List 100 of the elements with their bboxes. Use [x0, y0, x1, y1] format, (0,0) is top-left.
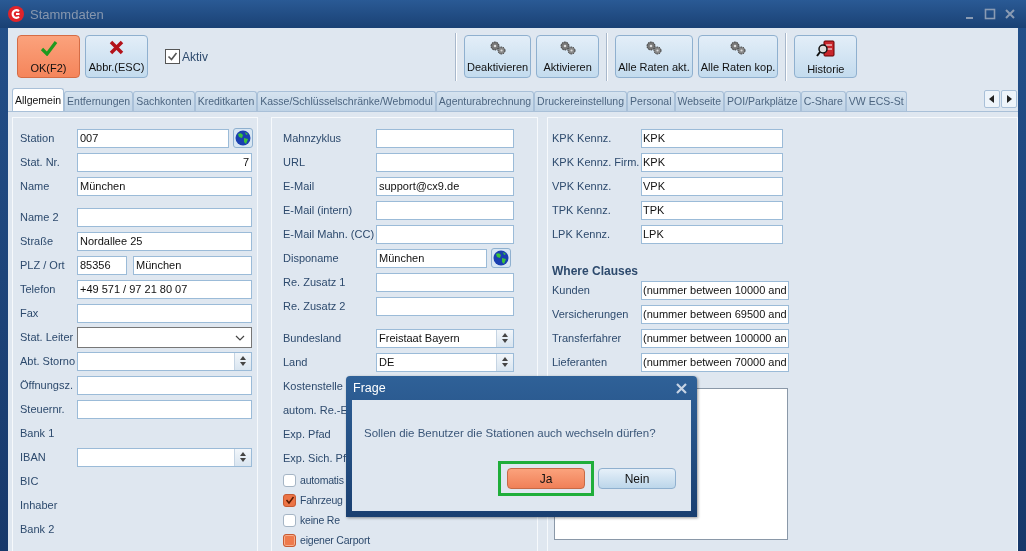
checkbox-label: eigener Carport	[300, 534, 370, 546]
dialog-message: Sollen die Benutzer die Stationen auch wechseln dürfen?	[364, 427, 657, 439]
gears-icon	[488, 40, 507, 55]
globe-button[interactable]	[491, 248, 511, 268]
text-field[interactable]: 85356	[77, 255, 127, 275]
text-field[interactable]: 7	[77, 152, 252, 172]
tab[interactable]: Kasse/Schlüsselschränke/Webmodul	[257, 91, 436, 111]
field-label: Kunden	[552, 284, 591, 296]
text-field[interactable]: München	[77, 176, 252, 196]
field-label: PLZ / Ort	[20, 259, 66, 271]
text-field[interactable]	[376, 200, 514, 220]
text-field[interactable]	[77, 207, 252, 227]
text-field[interactable]: München	[133, 255, 252, 275]
gears-icon	[644, 40, 663, 55]
scroll-right-icon[interactable]	[1001, 90, 1017, 108]
tab[interactable]: Druckereinstellung	[534, 91, 628, 111]
tab[interactable]: Kreditkarten	[194, 91, 258, 111]
section-heading: Where Clauses	[552, 264, 639, 278]
text-field[interactable]: 007	[77, 128, 229, 148]
field-label: KPK Kennz.	[552, 132, 613, 144]
checkbox-label: Fahrzeug	[300, 494, 343, 506]
text-field[interactable]: (nummer between 69500 and	[641, 304, 789, 324]
text-field[interactable]	[77, 399, 252, 419]
text-field[interactable]	[376, 272, 514, 292]
field-label: Exp. Sich. Pf	[283, 452, 346, 464]
gears-icon	[729, 40, 747, 55]
close-icon[interactable]	[676, 382, 687, 394]
tab[interactable]: Entfernungen	[64, 91, 134, 111]
field-label: LPK Kennz.	[552, 228, 612, 240]
text-field[interactable]: +49 571 / 97 21 80 07	[77, 279, 252, 299]
checkbox[interactable]	[283, 533, 296, 547]
spin-field[interactable]: DE	[376, 352, 514, 372]
field-label: Kostenstelle	[283, 380, 343, 392]
checkbox[interactable]	[283, 493, 296, 507]
text-field[interactable]	[376, 296, 514, 316]
spin-arrows-icon[interactable]	[234, 448, 251, 466]
toolbar-button[interactable]: Alle Raten kop.	[697, 35, 779, 78]
field-label: Name 2	[20, 211, 60, 223]
field-label: Re. Zusatz 1	[283, 276, 347, 288]
tab[interactable]: Personal	[627, 91, 675, 111]
tab[interactable]: VW ECS-St	[845, 91, 907, 111]
toolbar-button[interactable]: Abbr.(ESC)	[85, 35, 148, 78]
globe-button[interactable]	[233, 128, 253, 148]
field-label: Straße	[20, 235, 54, 247]
scroll-left-icon[interactable]	[984, 90, 1000, 108]
field-label: KPK Kennz. Firm.	[552, 156, 641, 168]
text-field[interactable]: (nummer between 70000 and	[641, 352, 789, 372]
text-field[interactable]: support@cx9.de	[376, 176, 514, 196]
text-field[interactable]: KPK	[641, 128, 783, 148]
text-field[interactable]: TPK	[641, 200, 783, 220]
checkbox[interactable]	[165, 49, 180, 64]
text-field[interactable]: Nordallee 25	[77, 231, 252, 251]
text-field[interactable]: (nummer between 10000 and	[641, 280, 789, 300]
text-field[interactable]: VPK	[641, 176, 783, 196]
toolbar-button[interactable]: Aktivieren	[536, 35, 600, 78]
dialog-button[interactable]: Nein	[598, 468, 676, 489]
field-label: Exp. Pfad	[283, 428, 331, 440]
text-field[interactable]: KPK	[641, 152, 783, 172]
field-label: URL	[283, 156, 306, 168]
spin-field[interactable]: Freistaat Bayern	[376, 328, 514, 348]
text-field[interactable]: München	[376, 248, 487, 268]
field-label: Disponame	[283, 252, 340, 264]
tab[interactable]: Sachkonten	[133, 91, 195, 111]
field-label: TPK Kennz.	[552, 204, 612, 216]
toolbar-button[interactable]: Deaktivieren	[464, 35, 532, 78]
text-field[interactable]: (nummer between 100000 an	[641, 328, 789, 348]
tab[interactable]: POI/Parkplätze	[724, 91, 801, 111]
field-label: Transferfahrer	[552, 332, 623, 344]
field-label: Name	[20, 180, 51, 192]
tab[interactable]: Webseite	[674, 91, 725, 111]
tab[interactable]: C-Share	[800, 91, 846, 111]
spin-field[interactable]	[77, 351, 252, 371]
checkbox[interactable]	[283, 473, 296, 487]
maximize-icon[interactable]	[984, 8, 996, 20]
field-label: Land	[283, 356, 309, 368]
app-logo-icon	[8, 6, 24, 22]
field-label: Inhaber	[20, 499, 58, 511]
text-field[interactable]	[77, 303, 252, 323]
toolbar-button[interactable]: Alle Raten akt.	[615, 35, 693, 78]
spin-field[interactable]	[77, 447, 252, 467]
field-label: VPK Kennz.	[552, 180, 613, 192]
text-field[interactable]: LPK	[641, 224, 783, 244]
dropdown[interactable]	[77, 326, 252, 348]
checkmark-icon	[39, 39, 58, 56]
spin-arrows-icon[interactable]	[496, 329, 513, 347]
checkbox[interactable]	[283, 513, 296, 527]
toolbar-button[interactable]: OK(F2)	[17, 35, 80, 78]
tab[interactable]: Agenturabrechnung	[435, 91, 535, 111]
text-field[interactable]	[376, 224, 514, 244]
close-icon[interactable]	[1004, 8, 1016, 20]
spin-arrows-icon[interactable]	[234, 352, 251, 370]
toolbar-button[interactable]: Historie	[794, 35, 858, 78]
tab[interactable]: Allgemein	[12, 88, 65, 111]
text-field[interactable]	[77, 375, 252, 395]
spin-arrows-icon[interactable]	[496, 353, 513, 371]
dialog-button[interactable]: Ja	[507, 468, 585, 489]
text-field[interactable]	[376, 128, 514, 148]
field-label: Bundesland	[283, 332, 343, 344]
checkbox-label: keine Re	[300, 514, 340, 526]
text-field[interactable]	[376, 152, 514, 172]
